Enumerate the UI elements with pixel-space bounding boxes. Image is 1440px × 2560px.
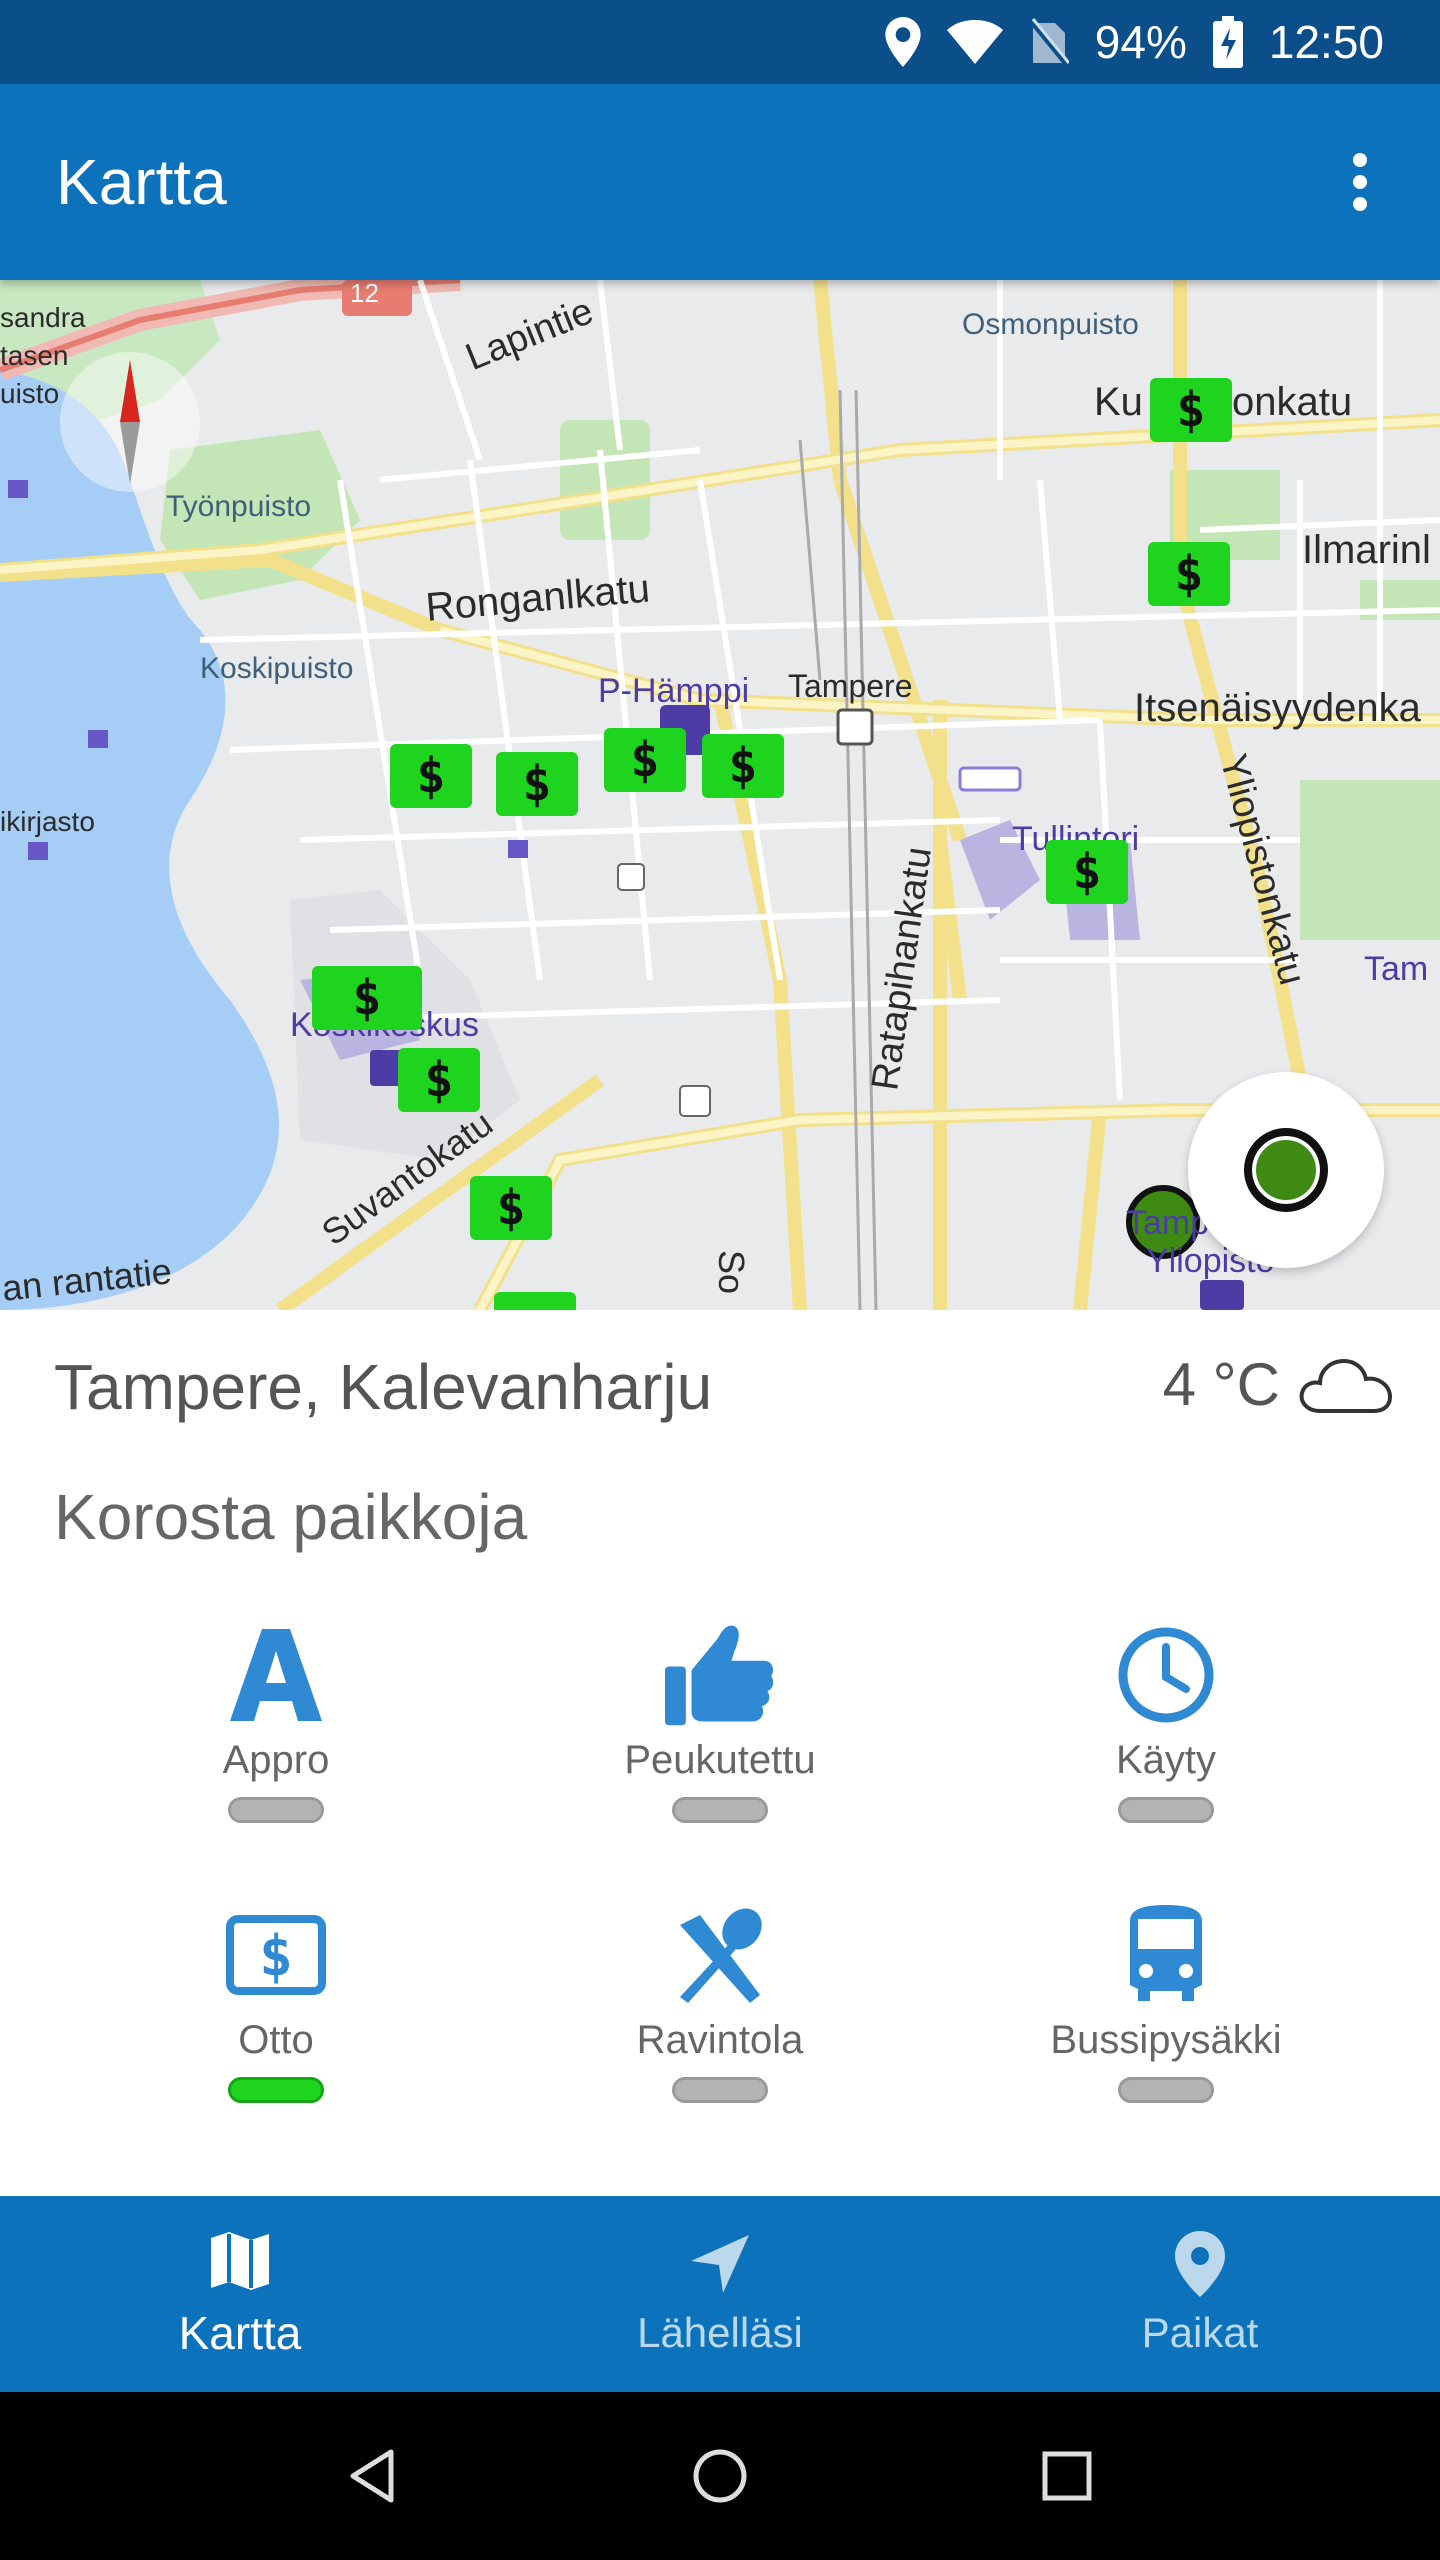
street-label-so: So — [711, 1250, 752, 1295]
highlight-item-label: Bussipysäkki — [1050, 2018, 1282, 2062]
street-label-ilmarin: Ilmarinl — [1302, 528, 1431, 572]
no-sim-icon — [1028, 17, 1069, 67]
atm-map-pin[interactable] — [494, 1292, 576, 1310]
highlight-item-peukutettu[interactable]: Peukutettu — [570, 1620, 870, 1860]
toggle-indicator[interactable] — [1118, 2077, 1214, 2103]
place-pin-icon — [1175, 2231, 1225, 2297]
battery-percent: 94% — [1094, 16, 1187, 68]
map-label: tasen — [0, 340, 69, 371]
atm-map-pin[interactable]: $ — [390, 744, 472, 808]
appro-a-icon — [221, 1620, 331, 1730]
park-label-koskipuisto: Koskipuisto — [200, 652, 354, 685]
toggle-indicator[interactable] — [672, 2077, 768, 2103]
poi-label-p-hamppi: P-Hämppi — [598, 672, 750, 710]
nav-item-kartta[interactable]: Kartta — [0, 2196, 480, 2392]
location-icon — [885, 17, 921, 67]
temperature: 4 °C — [1162, 1351, 1280, 1418]
bottom-navigation: Kartta Lähelläsi Paikat — [0, 2196, 1440, 2392]
highlight-item-bussipysakki[interactable]: Bussipysäkki — [1016, 1900, 1316, 2140]
nav-item-label: Paikat — [1141, 2309, 1259, 2356]
more-vert-icon — [1353, 153, 1367, 211]
atm-map-pin[interactable]: $ — [470, 1176, 552, 1240]
battery-charging-icon — [1212, 16, 1243, 68]
my-location-icon — [1244, 1128, 1328, 1212]
nav-item-paikat[interactable]: Paikat — [960, 2196, 1440, 2392]
street-label-ku: Ku — [1094, 380, 1143, 424]
highlight-item-otto[interactable]: $ Otto — [126, 1900, 426, 2140]
atm-map-pin[interactable]: $ — [1046, 840, 1128, 904]
overflow-menu-button[interactable] — [1310, 132, 1410, 232]
map-icon — [211, 2232, 269, 2290]
page-title: Kartta — [56, 146, 227, 218]
recents-icon[interactable] — [1037, 2446, 1097, 2506]
atm-map-pin[interactable]: $ — [702, 734, 784, 798]
map-view[interactable]: sandra tasen uisto 12 Lapintie Osmonpuis… — [0, 280, 1440, 1310]
street-label-onkatu: onkatu — [1232, 380, 1353, 424]
park-label-osmonpuisto: Osmonpuisto — [962, 308, 1139, 341]
svg-text:$: $ — [259, 1924, 293, 1989]
clock-icon — [1111, 1620, 1221, 1730]
highlight-item-label: Appro — [222, 1738, 330, 1782]
highlight-item-ravintola[interactable]: Ravintola — [570, 1900, 870, 2140]
cloud-icon — [1299, 1358, 1393, 1413]
system-navigation-bar — [0, 2392, 1440, 2560]
my-location-button[interactable] — [1188, 1072, 1384, 1268]
restaurant-icon — [665, 1900, 775, 2010]
atm-map-pin[interactable]: $ — [496, 752, 578, 816]
status-icons: 94% 12:50 — [885, 0, 1384, 84]
clock: 12:50 — [1268, 16, 1384, 68]
highlight-item-kayty[interactable]: Käyty — [1016, 1620, 1316, 1860]
map-label: uisto — [0, 378, 60, 409]
poi-label-tampere: Tampere — [788, 668, 913, 704]
park-label-tyonpuisto: Työnpuisto — [166, 490, 312, 523]
atm-map-pin[interactable]: $ — [604, 728, 686, 792]
toggle-indicator[interactable] — [228, 1797, 324, 1823]
highlight-item-label: Peukutettu — [624, 1738, 816, 1782]
highlight-section-title: Korosta paikkoja — [54, 1481, 528, 1553]
thumbs-up-icon — [665, 1620, 775, 1730]
atm-map-pin[interactable]: $ — [1148, 542, 1230, 606]
toggle-indicator[interactable] — [228, 2077, 324, 2103]
wifi-icon — [946, 20, 1003, 64]
toggle-indicator[interactable] — [672, 1797, 768, 1823]
poi-label-tam: Tam — [1364, 950, 1429, 988]
app-bar: Kartta — [0, 84, 1440, 280]
nav-item-lahellasi[interactable]: Lähelläsi — [480, 2196, 960, 2392]
location-row: Tampere, Kalevanharju 4 °C — [54, 1350, 1394, 1440]
street-label-itsenaisyydenkatu: Itsenäisyydenka — [1134, 686, 1421, 730]
highlight-item-label: Ravintola — [636, 2018, 804, 2062]
atm-map-pin[interactable]: $ — [312, 966, 422, 1030]
home-icon[interactable] — [690, 2446, 750, 2506]
navigation-arrow-icon — [691, 2235, 749, 2293]
toggle-indicator[interactable] — [1118, 1797, 1214, 1823]
highlight-item-appro[interactable]: Appro — [126, 1620, 426, 1860]
map-label: sandra — [0, 302, 86, 333]
highlight-item-label: Otto — [238, 2018, 314, 2062]
nav-item-label: Lähelläsi — [637, 2309, 803, 2356]
back-icon[interactable] — [343, 2446, 403, 2506]
road-number-label: 12 — [350, 280, 379, 308]
current-location: Tampere, Kalevanharju — [54, 1351, 713, 1423]
weather: 4 °C — [1163, 1350, 1394, 1419]
bus-icon — [1111, 1900, 1221, 2010]
atm-map-pin[interactable]: $ — [398, 1048, 480, 1112]
atm-dollar-icon: $ — [221, 1900, 331, 2010]
nav-item-label: Kartta — [178, 2307, 302, 2359]
highlight-item-label: Käyty — [1115, 1738, 1217, 1782]
compass-icon — [120, 360, 140, 484]
compass-button[interactable] — [60, 352, 200, 492]
atm-map-pin[interactable]: $ — [1150, 378, 1232, 442]
status-bar: 94% 12:50 — [0, 0, 1440, 84]
map-label: ikirjasto — [0, 806, 95, 837]
